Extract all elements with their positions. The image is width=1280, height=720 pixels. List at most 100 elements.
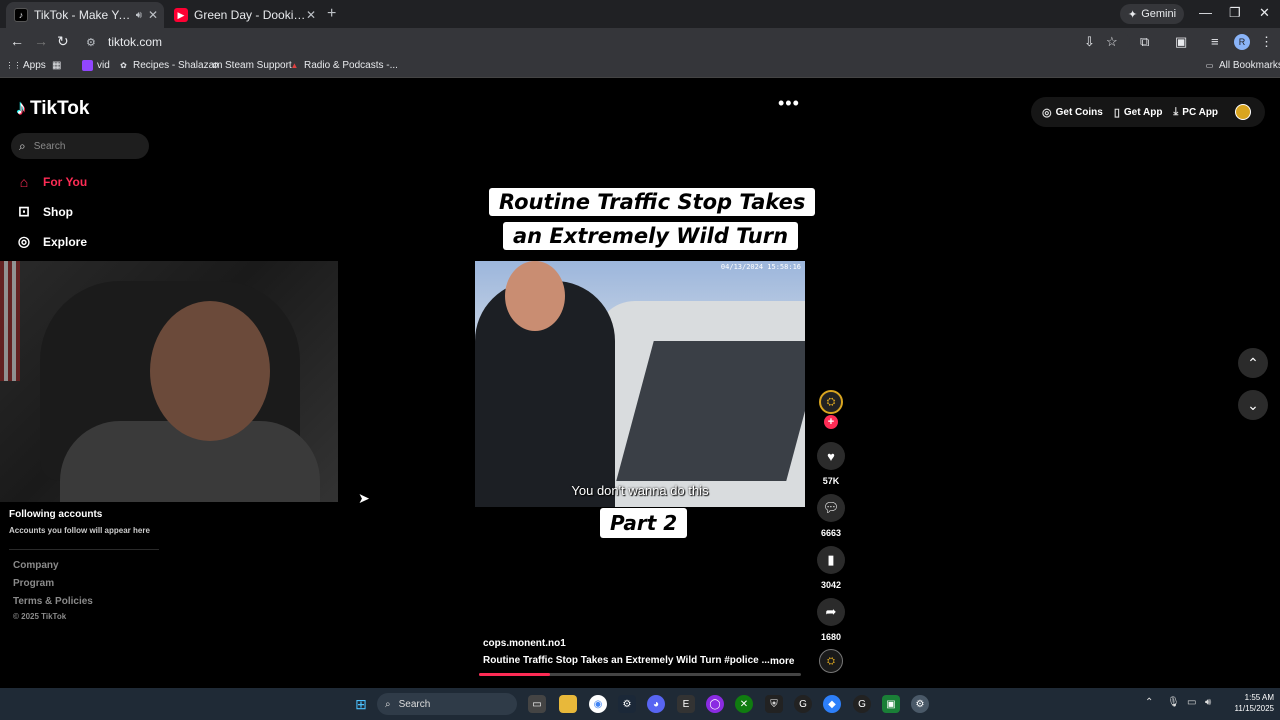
- reload-button[interactable]: ↻: [57, 33, 69, 50]
- sound-avatar[interactable]: ⛭: [819, 649, 843, 673]
- steam-icon[interactable]: ⚙: [618, 695, 636, 713]
- extensions-icon[interactable]: ⧉: [1140, 34, 1149, 50]
- bookmark-vid[interactable]: vid: [82, 60, 110, 71]
- comment-button[interactable]: 💬︎: [817, 494, 845, 522]
- task-view-icon[interactable]: ▭: [528, 695, 546, 713]
- windows-start-icon[interactable]: ⊞: [352, 695, 370, 713]
- nav-label: Shop: [43, 204, 73, 219]
- minimize-button[interactable]: —: [1199, 5, 1212, 20]
- system-clock[interactable]: 1:55 AM 11/15/2025: [1222, 692, 1274, 714]
- mouse-cursor-icon: ➤: [358, 490, 370, 506]
- all-bookmarks[interactable]: ▭ All Bookmarks: [1204, 60, 1280, 71]
- video-progress-bar[interactable]: [479, 673, 801, 676]
- forward-button[interactable]: →: [34, 33, 48, 49]
- video-player[interactable]: 04/13/2024 15:58:16 You don't wanna do t…: [475, 261, 805, 507]
- app-green-icon[interactable]: ▣: [882, 695, 900, 713]
- bookmark-label: Radio & Podcasts -...: [304, 60, 398, 71]
- next-video-button[interactable]: ⌄: [1238, 390, 1268, 420]
- install-app-icon[interactable]: ⇩: [1084, 34, 1095, 50]
- windows-taskbar: ⊞ ⌕ Search ▭ ◉ ⚙ ◕ E ◯ ✕ ⛨ G ◆ G ▣ ⚙ ⌃ 🎙…: [0, 688, 1280, 720]
- tab-title: Green Day - Dookie [Full Album]: [194, 8, 306, 22]
- restore-button[interactable]: ❐: [1229, 5, 1241, 21]
- nav-for-you[interactable]: ⌂ For You: [16, 174, 87, 190]
- share-count: 1680: [820, 632, 842, 642]
- user-avatar[interactable]: [1235, 104, 1251, 120]
- site-info-icon[interactable]: ⚙: [86, 36, 100, 49]
- recipe-icon: ✿: [120, 61, 127, 70]
- app-g-icon[interactable]: G: [794, 695, 812, 713]
- gemini-label: Gemini: [1141, 8, 1177, 20]
- search-input[interactable]: ⌕ Search: [11, 133, 149, 159]
- search-placeholder: Search: [33, 140, 66, 152]
- share-button[interactable]: ➦: [817, 598, 845, 626]
- audio-playing-icon[interactable]: 🔊︎: [136, 10, 142, 21]
- previous-video-button[interactable]: ⌃: [1238, 348, 1268, 378]
- part-label: Part 2: [600, 508, 688, 538]
- video-progress-fill: [479, 673, 550, 676]
- nav-shop[interactable]: ⊡ Shop: [16, 203, 73, 220]
- close-tab-icon[interactable]: ✕: [306, 8, 316, 22]
- get-app-button[interactable]: ▯ Get App: [1114, 106, 1163, 119]
- menu-kebab-icon[interactable]: ⋮: [1260, 34, 1273, 50]
- epic-games-icon[interactable]: E: [677, 695, 695, 713]
- phone-icon: ▯: [1113, 106, 1120, 119]
- bookmark-radio[interactable]: ▲ Radio & Podcasts -...: [289, 60, 398, 71]
- coin-icon: ◎: [1042, 106, 1052, 119]
- app-purple-icon[interactable]: ◯: [706, 695, 724, 713]
- apps-grid-icon: ⋮⋮: [5, 61, 22, 70]
- shield-app-icon[interactable]: ⛨: [765, 695, 783, 713]
- grid-icon[interactable]: ▦: [52, 60, 61, 71]
- close-tab-icon[interactable]: ✕: [148, 8, 158, 22]
- nav-explore[interactable]: ◎ Explore: [16, 233, 87, 250]
- more-options-icon[interactable]: •••: [778, 93, 800, 114]
- side-panel-icon[interactable]: ▣: [1175, 34, 1187, 50]
- footer-terms[interactable]: Terms & Policies: [13, 596, 93, 607]
- tab-green-day[interactable]: ▶ Green Day - Dookie [Full Album] ✕: [166, 2, 322, 28]
- creator-avatar[interactable]: ⛭: [819, 390, 843, 414]
- bookmark-apps[interactable]: ⋮⋮ Apps: [5, 60, 46, 71]
- clock-date: 11/15/2025: [1234, 704, 1274, 713]
- close-window-button[interactable]: ✕: [1259, 5, 1270, 21]
- profile-avatar[interactable]: R: [1234, 34, 1250, 50]
- app-g2-icon[interactable]: G: [853, 695, 871, 713]
- nav-label: For You: [43, 175, 88, 189]
- like-button[interactable]: ♥: [817, 442, 845, 470]
- sidebar-divider: [9, 549, 159, 550]
- volume-icon[interactable]: 🔊︎: [1205, 697, 1211, 708]
- gemini-icon: ✦: [1128, 8, 1138, 21]
- address-bar[interactable]: ⚙ tiktok.com: [80, 31, 1130, 53]
- back-button[interactable]: ←: [10, 33, 24, 49]
- video-subtitle: You don't wanna do this: [571, 483, 709, 498]
- app-blue-icon[interactable]: ◆: [823, 695, 841, 713]
- tiktok-page: ♪ TikTok ⌕ Search ⌂ For You ⊡ Shop ◎ Exp…: [0, 79, 1280, 688]
- share-icon: ➦: [825, 604, 837, 619]
- discord-icon[interactable]: ◕: [647, 695, 665, 713]
- bookmark-recipes[interactable]: ✿ Recipes - Shalazam: [118, 60, 222, 71]
- tab-tiktok[interactable]: ♪ TikTok - Make Your Day 🔊︎ ✕: [6, 2, 164, 28]
- footer-program[interactable]: Program: [13, 578, 54, 589]
- follow-plus-button[interactable]: +: [824, 415, 838, 429]
- button-label: Get Coins: [1055, 106, 1103, 118]
- taskbar-search[interactable]: ⌕ Search: [377, 693, 517, 715]
- get-coins-button[interactable]: ◎ Get Coins: [1042, 106, 1103, 119]
- tiktok-logo[interactable]: ♪ TikTok: [16, 97, 89, 120]
- settings-icon[interactable]: ⚙: [911, 695, 929, 713]
- footer-company[interactable]: Company: [13, 560, 59, 571]
- network-icon[interactable]: ▭: [1187, 697, 1196, 708]
- bookmark-star-icon[interactable]: ☆: [1106, 34, 1118, 50]
- xbox-icon[interactable]: ✕: [735, 695, 753, 713]
- pc-app-button[interactable]: ⤓ PC App: [1173, 106, 1218, 119]
- microphone-icon[interactable]: 🎙︎: [1167, 697, 1180, 708]
- bookmark-steam[interactable]: ⚙ Steam Support: [210, 60, 292, 71]
- new-tab-button[interactable]: +: [327, 5, 336, 23]
- tab-search-icon[interactable]: ≡: [1211, 34, 1219, 49]
- file-explorer-icon[interactable]: [559, 695, 577, 713]
- header-actions: ◎ Get Coins ▯ Get App ⤓ PC App: [1031, 97, 1265, 127]
- video-author[interactable]: cops.monent.no1: [483, 638, 566, 649]
- youtube-favicon-icon: ▶: [174, 8, 188, 22]
- gemini-button[interactable]: ✦ Gemini: [1120, 4, 1185, 24]
- more-link[interactable]: more: [770, 656, 794, 667]
- save-button[interactable]: ▮: [817, 546, 845, 574]
- chrome-icon[interactable]: ◉: [589, 695, 607, 713]
- tray-chevron-icon[interactable]: ⌃: [1145, 697, 1153, 708]
